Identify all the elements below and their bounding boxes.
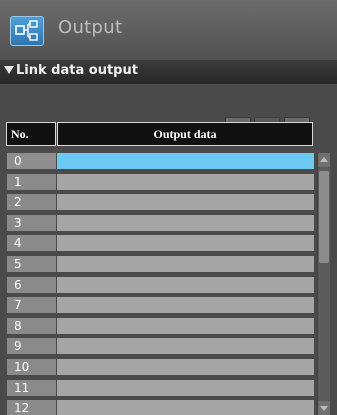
output-data-cell[interactable]: [57, 400, 314, 415]
output-data-cell[interactable]: [57, 380, 314, 396]
row-number: 6: [7, 277, 56, 293]
output-data-cell[interactable]: [57, 297, 314, 313]
link-output-icon[interactable]: [10, 16, 44, 46]
row-number: 12: [7, 400, 56, 415]
scroll-up-icon[interactable]: [318, 153, 330, 167]
title-bar: Output: [0, 0, 337, 61]
output-data-cell[interactable]: [57, 338, 314, 354]
table-row[interactable]: 11: [7, 380, 314, 397]
row-number: 7: [7, 297, 56, 313]
output-data-cell[interactable]: [57, 153, 314, 169]
section-title: Link data output: [16, 63, 138, 78]
row-number: 9: [7, 338, 56, 354]
output-data-cell[interactable]: [57, 194, 314, 210]
row-number: 11: [7, 380, 56, 396]
row-number: 1: [7, 174, 56, 190]
column-header-output-data[interactable]: Output data: [57, 122, 313, 146]
row-number: 0: [7, 153, 56, 169]
table-row[interactable]: 12: [7, 400, 314, 415]
output-table-body: 0 1 2 3 4 5 6 7 8 9 10 11 12: [7, 153, 314, 415]
row-number: 3: [7, 215, 56, 231]
table-row[interactable]: 10: [7, 359, 314, 376]
window-title: Output: [58, 17, 123, 38]
output-data-cell[interactable]: [57, 215, 314, 231]
output-data-cell[interactable]: [57, 359, 314, 375]
table-row[interactable]: 8: [7, 318, 314, 335]
vertical-scrollbar[interactable]: [317, 153, 330, 415]
table-row[interactable]: 6: [7, 277, 314, 294]
section-header[interactable]: Link data output: [0, 60, 337, 85]
table-row[interactable]: 7: [7, 297, 314, 314]
table-row[interactable]: 0: [7, 153, 314, 170]
output-data-cell[interactable]: [57, 277, 314, 293]
scroll-thumb[interactable]: [319, 171, 329, 263]
column-header-no[interactable]: No.: [6, 122, 56, 146]
table-row[interactable]: 1: [7, 174, 314, 191]
row-number: 2: [7, 194, 56, 210]
row-number: 10: [7, 359, 56, 375]
row-number: 5: [7, 256, 56, 272]
output-data-cell[interactable]: [57, 174, 314, 190]
table-row[interactable]: 5: [7, 256, 314, 273]
row-number: 8: [7, 318, 56, 334]
output-data-cell[interactable]: [57, 235, 314, 251]
output-data-cell[interactable]: [57, 256, 314, 272]
table-row[interactable]: 4: [7, 235, 314, 252]
collapse-arrow-icon[interactable]: [4, 66, 14, 74]
scroll-down-icon[interactable]: [318, 401, 330, 415]
table-row[interactable]: 2: [7, 194, 314, 211]
row-number: 4: [7, 235, 56, 251]
output-data-cell[interactable]: [57, 318, 314, 334]
table-row[interactable]: 9: [7, 338, 314, 355]
table-row[interactable]: 3: [7, 215, 314, 232]
